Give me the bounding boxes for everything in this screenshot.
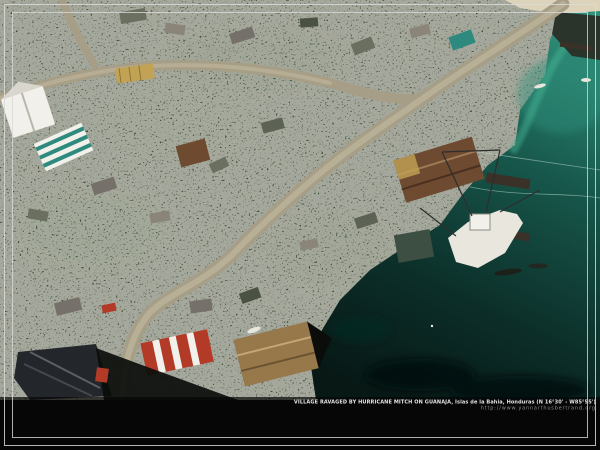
red-hut bbox=[95, 367, 109, 383]
seabird-speck bbox=[431, 325, 433, 327]
photo-caption-block: VILLAGE RAVAGED BY HURRICANE MITCH ON GU… bbox=[294, 399, 596, 412]
framed-photo-page: VILLAGE RAVAGED BY HURRICANE MITCH ON GU… bbox=[0, 0, 600, 450]
aerial-photo-scene bbox=[0, 0, 600, 400]
photo-credit-url: http://www.yannarthusbertrand.org bbox=[294, 406, 596, 412]
